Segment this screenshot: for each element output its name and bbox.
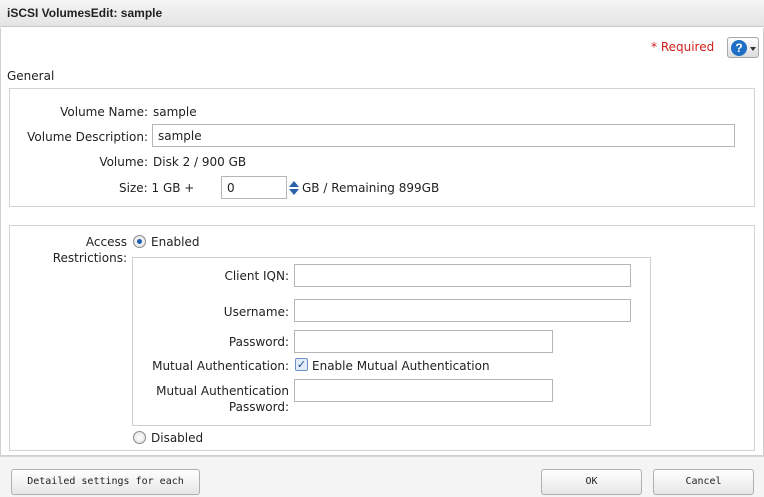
size-spinner[interactable] xyxy=(289,179,299,197)
password-label: Password: xyxy=(228,335,289,349)
access-enabled-label: Enabled xyxy=(151,235,200,249)
mutual-auth-password-input[interactable] xyxy=(294,379,553,402)
spinner-down-icon[interactable] xyxy=(289,189,299,195)
detailed-settings-button[interactable]: Detailed settings for each volume xyxy=(11,469,200,495)
required-indicator: * Required xyxy=(651,40,715,54)
password-input[interactable] xyxy=(294,330,553,353)
access-enabled-radio[interactable] xyxy=(133,235,146,248)
access-restrictions-label-line2: Restrictions: xyxy=(52,251,127,265)
client-iqn-label: Client IQN: xyxy=(224,269,289,283)
access-disabled-label: Disabled xyxy=(151,431,204,445)
volume-description-label: Volume Description: xyxy=(27,130,148,144)
volume-name-value: sample xyxy=(153,105,197,119)
chevron-down-icon xyxy=(750,47,756,51)
access-disabled-radio[interactable] xyxy=(133,431,146,444)
mutual-auth-password-label-line1: Mutual Authentication xyxy=(156,384,289,398)
volume-name-label: Volume Name: xyxy=(60,105,148,119)
username-input[interactable] xyxy=(294,299,631,322)
ok-button[interactable]: OK xyxy=(541,469,642,495)
spinner-up-icon[interactable] xyxy=(289,181,299,187)
access-restrictions-label-line1: Access xyxy=(85,235,127,249)
volume-description-input[interactable] xyxy=(152,124,735,147)
question-circle-icon: ? xyxy=(731,40,747,56)
title-bar: iSCSI VolumesEdit: sample xyxy=(0,0,764,27)
cancel-button[interactable]: Cancel xyxy=(653,469,754,495)
mutual-auth-checkbox[interactable]: ✓ xyxy=(295,358,308,371)
size-label: Size: 1 GB + xyxy=(119,181,195,195)
help-button[interactable]: ? xyxy=(727,37,759,58)
size-input[interactable] xyxy=(221,176,287,199)
section-title-general: General xyxy=(7,69,55,83)
volume-label: Volume: xyxy=(99,155,148,169)
size-remaining-text: GB / Remaining 899GB xyxy=(302,181,440,195)
volume-value: Disk 2 / 900 GB xyxy=(153,155,247,169)
mutual-auth-label: Mutual Authentication: xyxy=(152,359,289,373)
window-title: iSCSI VolumesEdit: sample xyxy=(7,6,163,20)
client-iqn-input[interactable] xyxy=(294,264,631,287)
username-label: Username: xyxy=(223,305,289,319)
mutual-auth-checkbox-label: Enable Mutual Authentication xyxy=(312,359,490,373)
mutual-auth-password-label-line2: Password: xyxy=(228,400,289,414)
